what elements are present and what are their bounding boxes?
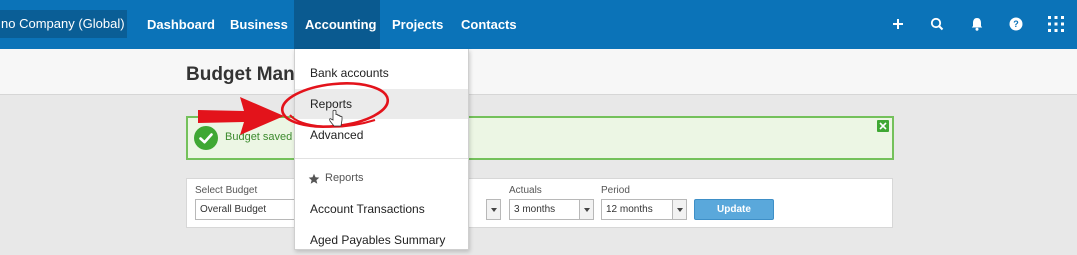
actuals-toggle[interactable] (579, 199, 594, 220)
success-message: Budget saved (225, 131, 293, 143)
plus-icon[interactable] (888, 14, 908, 34)
menu-item-reports[interactable]: Reports (295, 89, 468, 119)
page-header (0, 49, 1077, 95)
actuals-select[interactable]: 3 months (509, 199, 580, 220)
menu-section-reports-header: Reports (325, 172, 364, 184)
period-select[interactable]: 12 months (601, 199, 673, 220)
star-icon (308, 173, 320, 184)
period-label: Period (601, 185, 630, 196)
update-button[interactable]: Update (694, 199, 774, 220)
period-toggle[interactable] (672, 199, 687, 220)
select-budget-label: Select Budget (195, 185, 258, 196)
menu-divider (295, 158, 468, 159)
caret-down-icon (677, 208, 683, 212)
caret-down-icon (584, 208, 590, 212)
org-switcher[interactable]: no Company (Global)▼ (0, 10, 127, 38)
search-icon[interactable] (927, 14, 947, 34)
bell-icon[interactable] (967, 14, 987, 34)
nav-business[interactable]: Business (219, 0, 299, 49)
org-name: no Company (Global) (1, 16, 125, 31)
nav-projects[interactable]: Projects (381, 0, 454, 49)
checkmark-icon (194, 126, 218, 150)
nav-dashboard[interactable]: Dashboard (136, 0, 226, 49)
svg-text:?: ? (1013, 19, 1019, 29)
nav-accounting[interactable]: Accounting (294, 0, 380, 49)
select-budget-toggle[interactable] (486, 199, 501, 220)
nav-contacts[interactable]: Contacts (450, 0, 528, 49)
close-icon[interactable] (877, 120, 889, 132)
menu-item-bank-accounts[interactable]: Bank accounts (295, 58, 468, 88)
caret-down-icon (491, 208, 497, 212)
app-grid-icon[interactable] (1046, 14, 1066, 34)
menu-item-account-transactions[interactable]: Account Transactions (295, 194, 468, 224)
help-icon[interactable]: ? (1006, 14, 1026, 34)
actuals-label: Actuals (509, 185, 542, 196)
menu-item-advanced[interactable]: Advanced (295, 120, 468, 150)
menu-item-aged-payables-summary[interactable]: Aged Payables Summary (295, 225, 468, 255)
